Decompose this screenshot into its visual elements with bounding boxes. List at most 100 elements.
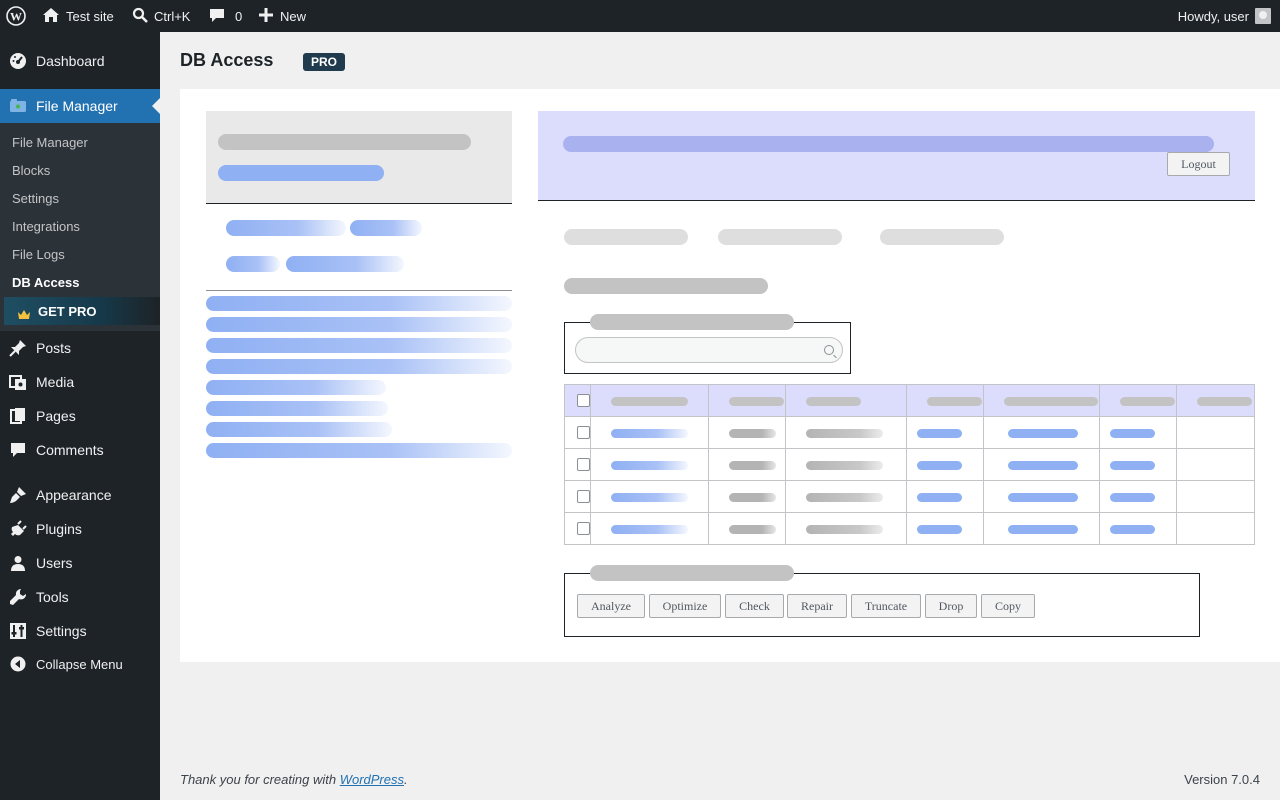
skeleton-bar xyxy=(218,134,471,150)
cell-skeleton xyxy=(805,493,883,502)
submenu-item-file-logs[interactable]: File Logs xyxy=(12,247,65,262)
table-list-item[interactable] xyxy=(206,422,392,437)
cell-skeleton xyxy=(805,525,883,534)
search-input[interactable] xyxy=(575,337,843,363)
tab-skeleton[interactable] xyxy=(564,229,688,245)
cell-skeleton xyxy=(917,493,963,502)
plus-icon xyxy=(258,7,274,26)
column-header[interactable] xyxy=(1004,397,1099,406)
copy-button[interactable]: Copy xyxy=(981,594,1035,618)
sidebar-item-media[interactable]: Media xyxy=(0,365,160,399)
row-checkbox[interactable] xyxy=(577,426,590,439)
table-row[interactable] xyxy=(564,512,1255,545)
fieldset-legend-skeleton xyxy=(590,314,794,330)
cell-skeleton xyxy=(728,525,776,534)
table-list-item[interactable] xyxy=(206,359,512,374)
drop-button[interactable]: Drop xyxy=(925,594,977,618)
cell-skeleton xyxy=(1008,429,1079,438)
sidebar-item-label: Media xyxy=(36,374,75,390)
repair-button[interactable]: Repair xyxy=(787,594,847,618)
settings-icon xyxy=(0,622,36,640)
sidebar-item-settings[interactable]: Settings xyxy=(0,614,160,648)
sidebar-item-dashboard[interactable]: Dashboard xyxy=(0,44,160,78)
cell-skeleton xyxy=(610,429,688,438)
skeleton-bar xyxy=(286,256,404,272)
admin-sidebar: Dashboard File Manager File Manager Bloc… xyxy=(0,32,160,800)
table-list-item[interactable] xyxy=(206,380,386,395)
skeleton-bar xyxy=(350,220,422,236)
new-label: New xyxy=(280,8,307,24)
db-connection-header xyxy=(206,111,512,204)
svg-text:W: W xyxy=(10,10,22,24)
analyze-button[interactable]: Analyze xyxy=(577,594,645,618)
table-row[interactable] xyxy=(564,416,1255,449)
pages-icon xyxy=(0,407,36,425)
sidebar-item-appearance[interactable]: Appearance xyxy=(0,478,160,512)
wordpress-logo-icon[interactable]: W xyxy=(6,0,28,32)
admin-bar: W Test site Ctrl+K 0 New Howdy, user xyxy=(0,0,1280,32)
divider xyxy=(206,290,512,291)
sidebar-item-posts[interactable]: Posts xyxy=(0,331,160,365)
sidebar-item-pages[interactable]: Pages xyxy=(0,399,160,433)
db-access-panel: Logout Analyze Optimize Check Repair Tru… xyxy=(180,89,1280,662)
sidebar-item-label: Dashboard xyxy=(36,53,105,69)
submenu-item-blocks[interactable]: Blocks xyxy=(12,163,50,178)
tab-skeleton[interactable] xyxy=(718,229,842,245)
cell-skeleton xyxy=(1008,461,1079,470)
column-header[interactable] xyxy=(728,397,784,406)
comments-link[interactable]: 0 xyxy=(209,0,242,32)
submenu-item-settings[interactable]: Settings xyxy=(12,191,59,206)
skeleton-bar xyxy=(563,136,1214,152)
account-menu[interactable]: Howdy, user xyxy=(1178,0,1271,32)
sidebar-item-tools[interactable]: Tools xyxy=(0,580,160,614)
check-button[interactable]: Check xyxy=(725,594,784,618)
sidebar-item-users[interactable]: Users xyxy=(0,546,160,580)
column-header[interactable] xyxy=(805,397,861,406)
collapse-menu-button[interactable]: Collapse Menu xyxy=(0,647,160,681)
cell-skeleton xyxy=(1110,493,1156,502)
submenu-item-file-manager[interactable]: File Manager xyxy=(12,135,88,150)
row-checkbox[interactable] xyxy=(577,522,590,535)
optimize-button[interactable]: Optimize xyxy=(649,594,721,618)
cell-skeleton xyxy=(917,525,963,534)
sidebar-item-file-manager[interactable]: File Manager xyxy=(0,89,160,123)
table-row[interactable] xyxy=(564,480,1255,513)
cell-skeleton xyxy=(610,461,688,470)
column-header[interactable] xyxy=(1120,397,1176,406)
truncate-button[interactable]: Truncate xyxy=(851,594,921,618)
table-row[interactable] xyxy=(564,448,1255,481)
sidebar-item-label: File Manager xyxy=(36,98,118,114)
footer-thanks: Thank you for creating with WordPress. xyxy=(180,772,408,787)
get-pro-button[interactable]: GET PRO xyxy=(4,297,160,325)
sidebar-item-comments[interactable]: Comments xyxy=(0,433,160,467)
row-checkbox[interactable] xyxy=(577,458,590,471)
cell-skeleton xyxy=(917,429,963,438)
column-header[interactable] xyxy=(927,397,983,406)
column-header[interactable] xyxy=(1197,397,1253,406)
table-list-item[interactable] xyxy=(206,317,512,332)
new-content-link[interactable]: New xyxy=(258,0,306,32)
select-all-checkbox[interactable] xyxy=(577,394,590,407)
submenu-item-db-access[interactable]: DB Access xyxy=(12,275,79,290)
table-list-item[interactable] xyxy=(206,401,388,416)
howdy-label: Howdy, user xyxy=(1177,8,1249,24)
sidebar-item-plugins[interactable]: Plugins xyxy=(0,512,160,546)
table-actions-fieldset: Analyze Optimize Check Repair Truncate D… xyxy=(564,573,1200,637)
home-icon xyxy=(42,7,60,26)
cell-skeleton xyxy=(1110,461,1156,470)
row-checkbox[interactable] xyxy=(577,490,590,503)
table-list-item[interactable] xyxy=(206,443,512,458)
site-name-link[interactable]: Test site xyxy=(42,0,114,32)
table-list-item[interactable] xyxy=(206,296,512,311)
table-list-item[interactable] xyxy=(206,338,512,353)
tab-skeleton[interactable] xyxy=(880,229,1004,245)
pin-icon xyxy=(0,339,36,357)
search-icon xyxy=(132,7,148,26)
cell-skeleton xyxy=(610,493,688,502)
submenu-item-integrations[interactable]: Integrations xyxy=(12,219,80,234)
logout-button[interactable]: Logout xyxy=(1167,152,1230,176)
search-shortcut[interactable]: Ctrl+K xyxy=(132,0,190,32)
column-header[interactable] xyxy=(610,397,688,406)
brush-icon xyxy=(0,486,36,504)
wordpress-link[interactable]: WordPress xyxy=(340,772,404,787)
